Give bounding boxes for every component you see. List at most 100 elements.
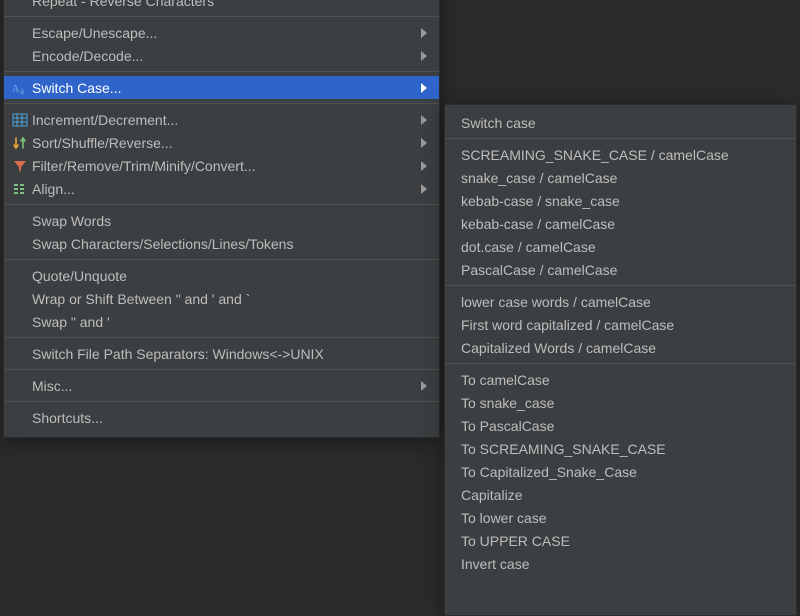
submenu-item-capitalize[interactable]: Capitalize: [445, 483, 796, 506]
menu-item-increment-decrement[interactable]: Increment/Decrement...: [4, 108, 439, 131]
submenu-item-label: Switch case: [461, 115, 784, 131]
submenu-item-label: lower case words / camelCase: [461, 294, 784, 310]
submenu-item-to-snake-case[interactable]: To snake_case: [445, 391, 796, 414]
submenu-item-first-word-capitalized-camelcase[interactable]: First word capitalized / camelCase: [445, 313, 796, 336]
switch-case-submenu: Switch case SCREAMING_SNAKE_CASE / camelC…: [444, 104, 797, 616]
submenu-item-label: First word capitalized / camelCase: [461, 317, 784, 333]
submenu-item-to-lower-case[interactable]: To lower case: [445, 506, 796, 529]
submenu-item-label: Capitalized Words / camelCase: [461, 340, 784, 356]
chevron-right-icon: [421, 83, 427, 93]
menu-item-wrap-or-shift-between-and-and[interactable]: Wrap or Shift Between " and ' and `: [4, 287, 439, 310]
icon-empty: [12, 346, 32, 362]
menu-separator: [4, 259, 439, 260]
menu-separator: [4, 337, 439, 338]
menu-item-label: Switch Case...: [32, 80, 421, 96]
chevron-right-icon: [421, 28, 427, 38]
submenu-item-label: To UPPER CASE: [461, 533, 784, 549]
icon-empty: [12, 0, 32, 9]
chevron-right-icon: [421, 138, 427, 148]
menu-item-switch-case[interactable]: Switch Case...: [4, 76, 439, 99]
menu-item-label: Increment/Decrement...: [32, 112, 421, 128]
submenu-item-label: Invert case: [461, 556, 784, 572]
menu-item-filter-remove-trim-minify-convert[interactable]: Filter/Remove/Trim/Minify/Convert...: [4, 154, 439, 177]
menu-separator: [445, 285, 796, 286]
chevron-right-icon: [421, 51, 427, 61]
menu-item-label: Swap Characters/Selections/Lines/Tokens: [32, 236, 427, 252]
align-icon: [12, 181, 32, 197]
submenu-item-label: dot.case / camelCase: [461, 239, 784, 255]
submenu-item-to-camelcase[interactable]: To camelCase: [445, 368, 796, 391]
submenu-item-invert-case[interactable]: Invert case: [445, 552, 796, 575]
main-context-menu: Repeat - Reverse Characters Escape/Unesca…: [3, 0, 440, 438]
menu-item-swap-and[interactable]: Swap " and ': [4, 310, 439, 333]
menu-item-quote-unquote[interactable]: Quote/Unquote: [4, 264, 439, 287]
submenu-item-label: To SCREAMING_SNAKE_CASE: [461, 441, 784, 457]
menu-item-misc[interactable]: Misc...: [4, 374, 439, 397]
menu-item-label: Misc...: [32, 378, 421, 394]
menu-separator: [4, 16, 439, 17]
chevron-right-icon: [421, 115, 427, 125]
icon-empty: [12, 378, 32, 394]
icon-empty: [12, 25, 32, 41]
menu-separator: [445, 138, 796, 139]
menu-item-label: Escape/Unescape...: [32, 25, 421, 41]
chevron-right-icon: [421, 184, 427, 194]
submenu-item-kebab-case-snake-case[interactable]: kebab-case / snake_case: [445, 189, 796, 212]
menu-item-label: Shortcuts...: [32, 410, 427, 426]
menu-item-label: Swap Words: [32, 213, 427, 229]
menu-item-label: Wrap or Shift Between " and ' and `: [32, 291, 427, 307]
submenu-item-screaming-snake-case-camelcase[interactable]: SCREAMING_SNAKE_CASE / camelCase: [445, 143, 796, 166]
menu-item-sort-shuffle-reverse[interactable]: Sort/Shuffle/Reverse...: [4, 131, 439, 154]
grid-icon: [12, 112, 32, 128]
menu-item-shortcuts[interactable]: Shortcuts...: [4, 406, 439, 429]
sort-icon: [12, 135, 32, 151]
menu-separator: [4, 71, 439, 72]
submenu-item-snake-case-camelcase[interactable]: snake_case / camelCase: [445, 166, 796, 189]
submenu-item-switch-case[interactable]: Switch case: [445, 111, 796, 134]
submenu-item-label: kebab-case / snake_case: [461, 193, 784, 209]
menu-item-label: Quote/Unquote: [32, 268, 427, 284]
menu-separator: [4, 369, 439, 370]
menu-separator: [4, 204, 439, 205]
menu-item-switch-file-path-separators-windows-unix[interactable]: Switch File Path Separators: Windows<->U…: [4, 342, 439, 365]
submenu-item-label: To lower case: [461, 510, 784, 526]
submenu-item-label: To Capitalized_Snake_Case: [461, 464, 784, 480]
submenu-item-dot-case-camelcase[interactable]: dot.case / camelCase: [445, 235, 796, 258]
submenu-item-to-upper-case[interactable]: To UPPER CASE: [445, 529, 796, 552]
switch-case-icon: [12, 80, 32, 96]
icon-empty: [12, 410, 32, 426]
submenu-item-pascalcase-camelcase[interactable]: PascalCase / camelCase: [445, 258, 796, 281]
submenu-item-label: To snake_case: [461, 395, 784, 411]
menu-item-label: Repeat - Reverse Characters: [32, 0, 427, 9]
menu-item-align[interactable]: Align...: [4, 177, 439, 200]
menu-item-swap-characters-selections-lines-tokens[interactable]: Swap Characters/Selections/Lines/Tokens: [4, 232, 439, 255]
submenu-item-to-pascalcase[interactable]: To PascalCase: [445, 414, 796, 437]
submenu-item-to-capitalized-snake-case[interactable]: To Capitalized_Snake_Case: [445, 460, 796, 483]
menu-item-escape-unescape[interactable]: Escape/Unescape...: [4, 21, 439, 44]
submenu-item-label: Capitalize: [461, 487, 784, 503]
menu-separator: [4, 103, 439, 104]
submenu-item-kebab-case-camelcase[interactable]: kebab-case / camelCase: [445, 212, 796, 235]
chevron-right-icon: [421, 381, 427, 391]
menu-item-label: Sort/Shuffle/Reverse...: [32, 135, 421, 151]
menu-item-swap-words[interactable]: Swap Words: [4, 209, 439, 232]
submenu-item-label: To camelCase: [461, 372, 784, 388]
icon-empty: [12, 48, 32, 64]
icon-empty: [12, 236, 32, 252]
menu-item-label: Switch File Path Separators: Windows<->U…: [32, 346, 427, 362]
menu-separator: [4, 401, 439, 402]
icon-empty: [12, 314, 32, 330]
menu-item-encode-decode[interactable]: Encode/Decode...: [4, 44, 439, 67]
chevron-right-icon: [421, 161, 427, 171]
submenu-item-to-screaming-snake-case[interactable]: To SCREAMING_SNAKE_CASE: [445, 437, 796, 460]
submenu-item-lower-case-words-camelcase[interactable]: lower case words / camelCase: [445, 290, 796, 313]
submenu-item-label: snake_case / camelCase: [461, 170, 784, 186]
submenu-item-capitalized-words-camelcase[interactable]: Capitalized Words / camelCase: [445, 336, 796, 359]
icon-empty: [12, 213, 32, 229]
menu-item-label: Swap " and ': [32, 314, 427, 330]
menu-item-label: Align...: [32, 181, 421, 197]
menu-item-repeat-reverse-characters[interactable]: Repeat - Reverse Characters: [4, 0, 439, 12]
icon-empty: [12, 291, 32, 307]
icon-empty: [12, 268, 32, 284]
menu-item-label: Filter/Remove/Trim/Minify/Convert...: [32, 158, 421, 174]
